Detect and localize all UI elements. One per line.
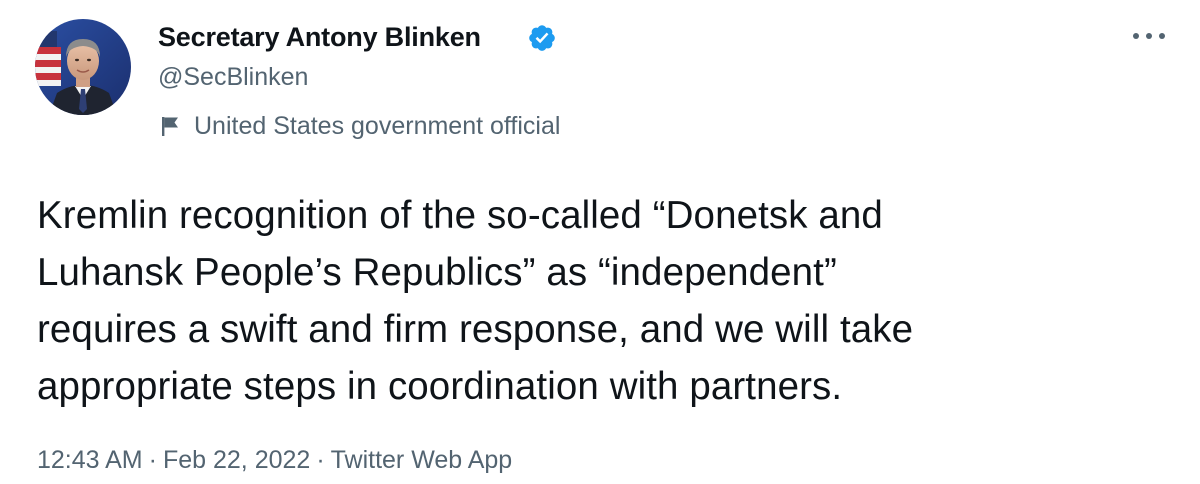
more-options-button[interactable] (1128, 22, 1170, 50)
avatar[interactable] (35, 19, 131, 115)
tweet-text: Kremlin recognition of the so-called “Do… (37, 187, 1167, 415)
tweet-text-line: requires a swift and firm response, and … (37, 308, 914, 351)
tweet-time[interactable]: 12:43 AM (37, 446, 143, 474)
tweet-date[interactable]: Feb 22, 2022 (163, 446, 310, 474)
more-horizontal-icon (1133, 33, 1165, 39)
separator: · (148, 446, 157, 474)
display-name[interactable]: Secretary Antony Blinken (158, 22, 481, 53)
tweet-text-line: Luhansk People’s Republics” as “independ… (37, 251, 837, 294)
affiliation-label: United States government official (160, 110, 560, 142)
tweet-card: Secretary Antony Blinken @SecBlinken Uni… (0, 0, 1200, 484)
tweet-text-line: Kremlin recognition of the so-called “Do… (37, 194, 883, 237)
tweet-meta: 12:43 AM · Feb 22, 2022 · Twitter Web App (37, 446, 512, 475)
tweet-source[interactable]: Twitter Web App (331, 446, 513, 474)
tweet-text-line: appropriate steps in coordination with p… (37, 365, 843, 408)
affiliation-text: United States government official (194, 111, 561, 140)
flag-icon (162, 117, 178, 136)
verified-badge-icon (529, 25, 555, 51)
user-handle[interactable]: @SecBlinken (158, 63, 308, 92)
separator: · (316, 446, 325, 474)
